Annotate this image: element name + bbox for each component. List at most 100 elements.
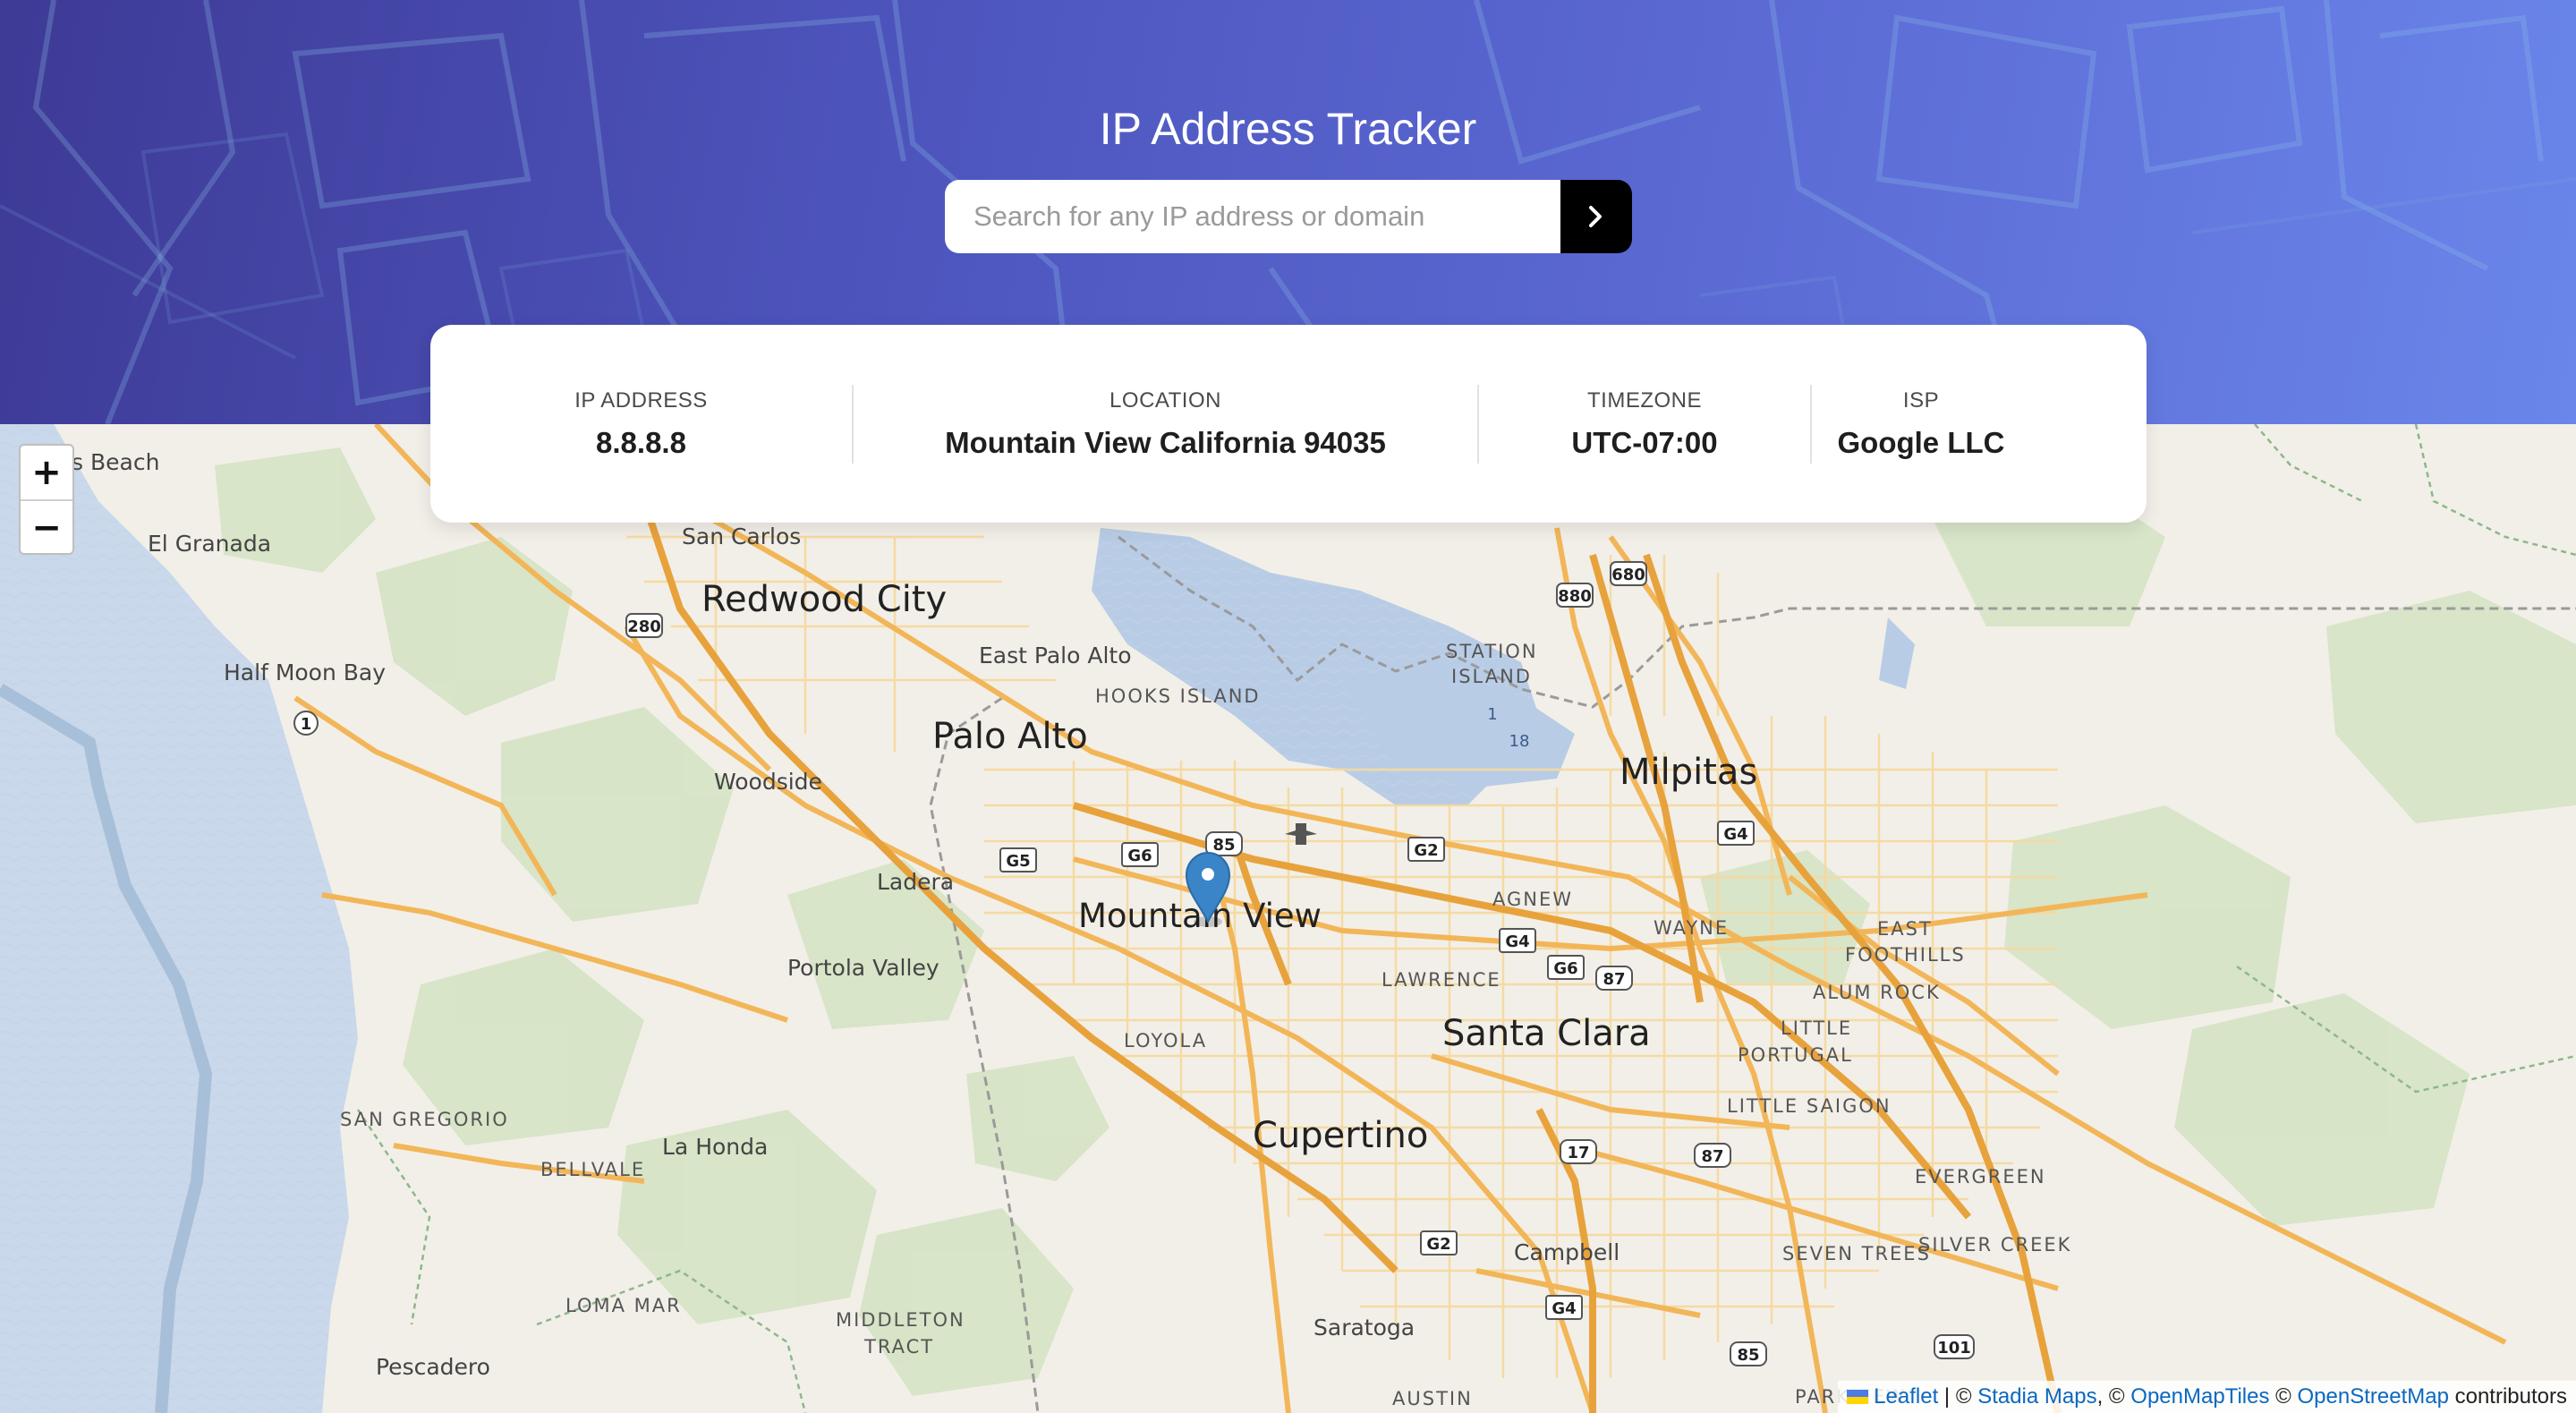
svg-text:85: 85 — [1737, 1346, 1759, 1365]
leaflet-link[interactable]: Leaflet — [1874, 1384, 1938, 1409]
shield-g2: G2 — [1407, 837, 1445, 862]
svg-text:G4: G4 — [1505, 932, 1529, 951]
page-title: IP Address Tracker — [1099, 104, 1477, 154]
label-agnew: AGNEW — [1492, 889, 1573, 910]
openmaptiles-link[interactable]: OpenMapTiles — [2130, 1384, 2269, 1409]
svg-text:G2: G2 — [1414, 841, 1438, 860]
label-little-saigon: LITTLE SAIGON — [1727, 1095, 1892, 1117]
attribution-sep-2: , © — [2096, 1384, 2131, 1409]
label-station-island-2: ISLAND — [1451, 666, 1532, 687]
label-little-portugal-2: PORTUGAL — [1738, 1044, 1853, 1066]
shield-680: 680 — [1610, 561, 1647, 586]
svg-text:1: 1 — [301, 715, 312, 734]
label-loyola: LOYOLA — [1124, 1030, 1207, 1051]
ip-info-card: IP ADDRESS 8.8.8.8 LOCATION Mountain Vie… — [430, 325, 2147, 523]
label-half-moon-bay: Half Moon Bay — [224, 660, 386, 685]
label-pescadero: Pescadero — [376, 1354, 490, 1380]
location-label: LOCATION — [1109, 387, 1221, 413]
map-tiles[interactable]: s Beach El Granada San Carlos Redwood Ci… — [0, 424, 2576, 1413]
label-lawrence: LAWRENCE — [1382, 969, 1501, 991]
timezone-value: UTC-07:00 — [1571, 425, 1718, 459]
map-attribution: Leaflet | © Stadia Maps , © OpenMapTiles… — [1838, 1381, 2576, 1413]
shield-g5: G5 — [999, 847, 1037, 872]
label-milpitas: Milpitas — [1620, 752, 1757, 793]
shield-g4-c: G4 — [1545, 1295, 1583, 1320]
shield-280: 280 — [625, 613, 663, 638]
location-value: Mountain View California 94035 — [945, 425, 1386, 459]
label-hooks-island: HOOKS ISLAND — [1095, 685, 1261, 707]
label-san-carlos: San Carlos — [682, 523, 801, 549]
label-santa-clara: Santa Clara — [1442, 1013, 1651, 1054]
zoom-out-button[interactable]: − — [21, 499, 72, 555]
svg-text:85: 85 — [1212, 836, 1235, 855]
svg-text:680: 680 — [1611, 566, 1645, 584]
timezone-label: TIMEZONE — [1587, 387, 1702, 413]
search-submit-button[interactable] — [1560, 180, 1632, 253]
svg-text:280: 280 — [627, 617, 661, 636]
search-input[interactable] — [945, 180, 1560, 253]
shield-101: 101 — [1934, 1334, 1975, 1359]
map-view[interactable]: s Beach El Granada San Carlos Redwood Ci… — [0, 424, 2576, 1413]
shield-87-b: 87 — [1694, 1143, 1731, 1168]
svg-text:G6: G6 — [1127, 847, 1152, 865]
label-portola-valley: Portola Valley — [787, 955, 939, 981]
label-middleton-tract: MIDDLETON — [836, 1309, 965, 1331]
shield-85: 85 — [1205, 831, 1243, 856]
svg-text:G2: G2 — [1426, 1235, 1450, 1254]
isp-label: ISP — [1902, 387, 1940, 413]
label-seven-trees: SEVEN TREES — [1782, 1243, 1931, 1264]
shield-17: 17 — [1560, 1139, 1597, 1164]
search-bar — [945, 180, 1632, 253]
zoom-controls: + − — [19, 444, 74, 555]
label-little-portugal: LITTLE — [1781, 1017, 1852, 1039]
label-el-granada: El Granada — [148, 531, 271, 557]
openstreetmap-link[interactable]: OpenStreetMap — [2298, 1384, 2449, 1409]
shield-g4: G4 — [1717, 821, 1755, 846]
ip-address-value: 8.8.8.8 — [596, 425, 686, 459]
attribution-sep-1: | © — [1938, 1384, 1978, 1409]
label-woodside: Woodside — [714, 769, 822, 795]
label-beach: s Beach — [72, 449, 159, 475]
isp-section: ISP Google LLC — [1810, 384, 2030, 464]
ip-address-label: IP ADDRESS — [574, 387, 708, 413]
shield-g6: G6 — [1121, 842, 1159, 867]
stadia-maps-link[interactable]: Stadia Maps — [1977, 1384, 2096, 1409]
svg-text:G4: G4 — [1723, 825, 1747, 844]
svg-text:G5: G5 — [1006, 852, 1030, 871]
attribution-suffix: contributors — [2448, 1384, 2567, 1409]
label-east-palo-alto: East Palo Alto — [979, 643, 1132, 668]
label-palo-alto: Palo Alto — [932, 716, 1088, 757]
shield-g6-b: G6 — [1547, 955, 1585, 980]
label-middleton-tract-2: TRACT — [863, 1336, 934, 1358]
shield-g4-b: G4 — [1499, 928, 1536, 953]
svg-text:87: 87 — [1701, 1147, 1723, 1166]
isp-value: Google LLC — [1837, 425, 2005, 459]
timezone-section: TIMEZONE UTC-07:00 — [1477, 384, 1810, 464]
label-bay-18: 18 — [1509, 732, 1530, 751]
label-evergreen: EVERGREEN — [1915, 1166, 2046, 1187]
ip-address-section: IP ADDRESS 8.8.8.8 — [430, 385, 852, 464]
label-alum-rock: ALUM ROCK — [1813, 982, 1941, 1003]
shield-85-b: 85 — [1730, 1341, 1767, 1366]
label-east-foothills: EAST — [1877, 918, 1933, 940]
label-saratoga: Saratoga — [1314, 1315, 1415, 1341]
shield-87: 87 — [1595, 966, 1633, 991]
svg-text:87: 87 — [1603, 970, 1625, 989]
label-station-island: STATION — [1446, 641, 1538, 662]
svg-text:17: 17 — [1567, 1144, 1589, 1162]
label-bellvale: BELLVALE — [540, 1159, 645, 1180]
shield-1: 1 — [293, 711, 319, 736]
label-cupertino: Cupertino — [1253, 1115, 1428, 1156]
attribution-sep-3: © — [2269, 1384, 2298, 1409]
location-section: LOCATION Mountain View California 94035 — [852, 384, 1477, 464]
label-la-honda: La Honda — [662, 1134, 768, 1160]
label-redwood-city: Redwood City — [701, 579, 947, 620]
shield-g2-b: G2 — [1420, 1230, 1458, 1256]
label-ladera: Ladera — [877, 869, 954, 895]
svg-text:880: 880 — [1558, 587, 1592, 606]
shield-880: 880 — [1556, 583, 1594, 608]
zoom-in-button[interactable]: + — [21, 446, 72, 499]
label-campbell: Campbell — [1514, 1239, 1620, 1265]
label-wayne: WAYNE — [1654, 917, 1729, 939]
svg-text:101: 101 — [1937, 1339, 1971, 1358]
